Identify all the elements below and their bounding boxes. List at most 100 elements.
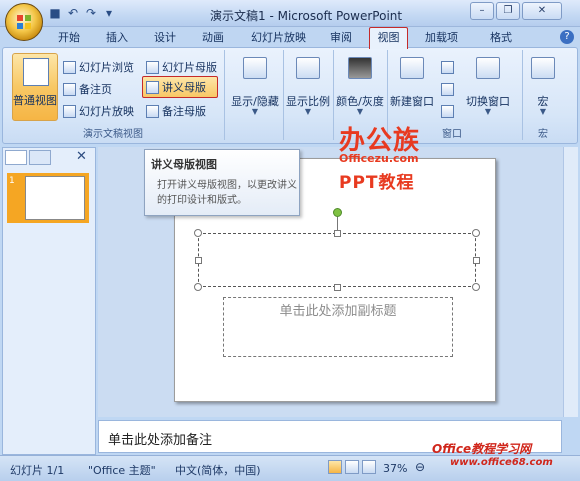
- watermark-office-url: www.office68.com: [450, 457, 553, 468]
- dropdown-arrow-icon: ▼: [539, 107, 547, 116]
- notes-placeholder: 单击此处添加备注: [108, 433, 213, 448]
- switch-window-button[interactable]: 切换窗口 ▼: [462, 53, 514, 123]
- new-window-label: 新建窗口: [390, 95, 434, 108]
- resize-handle[interactable]: [194, 229, 202, 237]
- watermark-site: Officezu.com: [339, 152, 419, 165]
- notes-master-button[interactable]: 备注母版: [146, 102, 206, 120]
- slide-sorter-icon: [63, 60, 76, 74]
- resize-handle[interactable]: [334, 284, 341, 291]
- handout-master-content: 讲义母版: [146, 78, 206, 96]
- office-button[interactable]: [5, 3, 43, 41]
- normal-view-status-icon[interactable]: [328, 460, 342, 474]
- tab-insert[interactable]: 插入: [106, 29, 128, 45]
- group-label-views: 演示文稿视图: [83, 129, 143, 140]
- close-pane-icon[interactable]: ✕: [76, 149, 87, 164]
- tooltip: 讲义母版视图 打开讲义母版视图，以更改讲义的打印设计和版式。: [144, 149, 300, 216]
- resize-handle[interactable]: [473, 257, 480, 264]
- new-window-icon: [400, 57, 424, 79]
- macro-icon: [531, 57, 555, 79]
- minimize-button[interactable]: –: [470, 2, 494, 20]
- tab-addins[interactable]: 加载项: [425, 29, 458, 45]
- tab-view[interactable]: 视图: [369, 27, 408, 49]
- tab-design[interactable]: 设计: [154, 29, 176, 45]
- rotation-handle[interactable]: [333, 208, 342, 217]
- ribbon-separator: [522, 50, 523, 140]
- window-controls: – ❐ ✕: [470, 2, 562, 20]
- notes-page-label: 备注页: [79, 83, 112, 96]
- normal-view-button[interactable]: 普通视图: [12, 53, 58, 121]
- handout-master-label: 讲义母版: [162, 81, 206, 94]
- save-icon[interactable]: ■: [48, 6, 62, 20]
- notes-master-icon: [146, 104, 159, 118]
- notes-page-button[interactable]: 备注页: [63, 80, 112, 98]
- slideshow-status-icon[interactable]: [362, 460, 376, 474]
- arrange-all-button[interactable]: [441, 58, 454, 76]
- color-grayscale-button[interactable]: 颜色/灰度 ▼: [334, 53, 386, 123]
- macro-button[interactable]: 宏 ▼: [526, 53, 560, 123]
- slide-master-button[interactable]: 幻灯片母版: [146, 58, 217, 76]
- notes-page-icon: [63, 82, 76, 96]
- notes-master-label: 备注母版: [162, 105, 206, 118]
- status-theme: "Office 主题": [88, 464, 156, 477]
- close-button[interactable]: ✕: [522, 2, 562, 20]
- show-hide-icon: [243, 57, 267, 79]
- zoom-icon: [296, 57, 320, 79]
- normal-view-label: 普通视图: [13, 94, 57, 107]
- slide-sorter-status-icon[interactable]: [345, 460, 359, 474]
- resize-handle[interactable]: [334, 230, 341, 237]
- cascade-button[interactable]: [441, 80, 454, 98]
- slide-sorter-button[interactable]: 幻灯片浏览: [63, 58, 134, 76]
- tab-format[interactable]: 格式: [490, 29, 512, 45]
- title-placeholder[interactable]: [198, 233, 476, 287]
- dropdown-arrow-icon: ▼: [251, 107, 259, 116]
- normal-view-icon: [23, 58, 49, 86]
- subtitle-placeholder-text: 单击此处添加副标题: [279, 304, 397, 319]
- tooltip-body: 打开讲义母版视图，以更改讲义的打印设计和版式。: [157, 180, 297, 206]
- status-language: 中文(简体，中国): [175, 464, 261, 477]
- slide-show-button[interactable]: 幻灯片放映: [63, 102, 134, 120]
- office-logo-icon: [17, 15, 31, 29]
- tooltip-title: 讲义母版视图: [151, 158, 217, 171]
- tab-review[interactable]: 审阅: [330, 29, 352, 45]
- ribbon-tab-row: 开始 插入 设计 动画 幻灯片放映 审阅 加载项 格式: [0, 27, 580, 47]
- new-window-button[interactable]: 新建窗口: [389, 53, 435, 123]
- slide-show-icon: [63, 104, 76, 118]
- outline-tab[interactable]: [29, 150, 51, 165]
- switch-window-icon: [476, 57, 500, 79]
- resize-handle[interactable]: [194, 283, 202, 291]
- zoom-button[interactable]: 显示比例 ▼: [284, 53, 332, 123]
- qat-dropdown-icon[interactable]: ▾: [102, 6, 116, 20]
- undo-icon[interactable]: ↶: [66, 6, 80, 20]
- redo-icon[interactable]: ↷: [84, 6, 98, 20]
- resize-handle[interactable]: [472, 283, 480, 291]
- status-slide: 幻灯片 1/1: [10, 464, 65, 477]
- watermark-ppt: PPT教程: [339, 173, 415, 193]
- resize-handle[interactable]: [195, 257, 202, 264]
- tab-home[interactable]: 开始: [58, 29, 80, 45]
- slide-master-label: 幻灯片母版: [162, 61, 217, 74]
- arrange-all-icon: [441, 60, 454, 74]
- tab-animation[interactable]: 动画: [202, 29, 224, 45]
- show-hide-button[interactable]: 显示/隐藏 ▼: [228, 53, 282, 123]
- slide-thumbnail[interactable]: [25, 176, 85, 220]
- slide-show-label: 幻灯片放映: [79, 105, 134, 118]
- tab-view-label: 视图: [377, 31, 400, 44]
- dropdown-arrow-icon: ▼: [484, 107, 492, 116]
- tab-slideshow[interactable]: 幻灯片放映: [251, 29, 306, 45]
- restore-button[interactable]: ❐: [496, 2, 520, 20]
- slide-thumbnail-number: 1: [9, 176, 15, 186]
- status-zoom[interactable]: 37%: [383, 462, 407, 475]
- move-split-button[interactable]: [441, 102, 454, 120]
- dropdown-arrow-icon: ▼: [304, 107, 312, 116]
- ribbon-separator: [224, 50, 225, 140]
- window-title: 演示文稿1 - Microsoft PowerPoint: [210, 9, 403, 23]
- move-split-icon: [441, 104, 454, 118]
- group-label-macro: 宏: [538, 129, 548, 140]
- slides-tab[interactable]: [5, 150, 27, 165]
- resize-handle[interactable]: [472, 229, 480, 237]
- vertical-scrollbar[interactable]: [563, 147, 578, 417]
- zoom-out-icon[interactable]: ⊖: [415, 460, 425, 474]
- help-icon[interactable]: ?: [560, 30, 574, 44]
- slide-sorter-label: 幻灯片浏览: [79, 61, 134, 74]
- dropdown-arrow-icon: ▼: [356, 107, 364, 116]
